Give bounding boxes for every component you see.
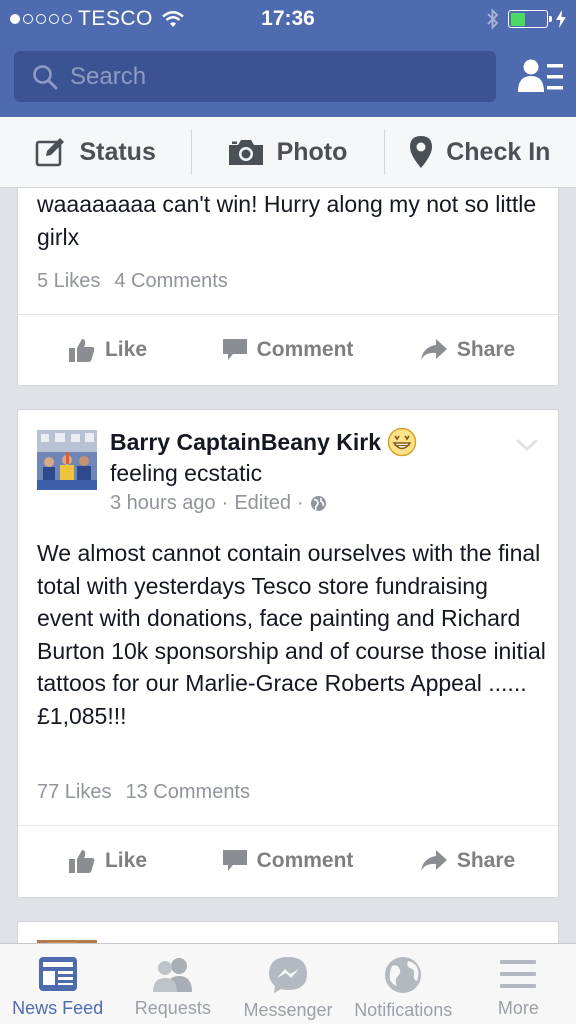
post-counts: 77 Likes 13 Comments (37, 781, 250, 804)
status-button[interactable]: Status (0, 129, 191, 175)
like-button[interactable]: Like (18, 849, 198, 873)
tab-label: More (497, 998, 539, 1018)
tab-label: Messenger (243, 1000, 333, 1020)
comment-icon (222, 850, 247, 871)
composer-bar: Status Photo Check In (0, 117, 576, 188)
share-label: Share (456, 338, 516, 361)
tab-bar: News Feed Requests Messenger Notificatio… (0, 943, 576, 1024)
comment-label: Comment (256, 849, 354, 872)
post-actions: Like Comment Share (18, 826, 558, 896)
status-right (486, 8, 566, 30)
status-label: Status (79, 137, 156, 166)
check-in-label: Check In (446, 137, 551, 166)
thumbs-up-icon (68, 339, 95, 362)
post-text: We almost cannot contain ourselves with … (37, 540, 546, 729)
share-button[interactable]: Share (378, 849, 558, 873)
battery-level (510, 12, 525, 26)
tab-label: Requests (134, 998, 211, 1018)
comment-button[interactable]: Comment (198, 849, 378, 873)
messenger-icon (269, 957, 307, 993)
avatar-photo (37, 430, 97, 490)
ecstatic-emoji-icon (387, 427, 417, 457)
comment-icon (222, 339, 247, 360)
comments-count[interactable]: 13 Comments (126, 781, 251, 803)
author-name[interactable]: Barry CaptainBeany Kirk (110, 429, 381, 456)
tab-label: News Feed (12, 998, 104, 1018)
post-counts: 5 Likes 4 Comments (37, 270, 228, 293)
meta-separator: · (221, 492, 229, 514)
comment-label: Comment (256, 338, 354, 361)
battery-icon (508, 10, 552, 28)
meta-separator: · (297, 492, 304, 514)
check-in-button[interactable]: Check In (383, 129, 576, 175)
share-label: Share (456, 849, 516, 872)
post-card: Barry CaptainBeany Kirk feeling ecstatic… (17, 409, 559, 898)
tab-label: Notifications (354, 1000, 453, 1020)
share-button[interactable]: Share (378, 338, 558, 362)
globe-icon (385, 957, 422, 993)
top-bar: TESCO 17:36 (0, 0, 576, 117)
friend-requests-icon (152, 958, 192, 992)
tab-notifications[interactable]: Notifications (346, 944, 461, 1024)
bluetooth-icon (487, 8, 499, 30)
chevron-down-icon[interactable] (516, 438, 538, 452)
location-pin-icon (410, 136, 433, 168)
post-actions: Like Comment Share (18, 315, 558, 385)
comments-count[interactable]: 4 Comments (114, 270, 227, 292)
menu-icon (500, 960, 537, 988)
search-input[interactable] (70, 62, 450, 91)
status-bar: TESCO 17:36 (0, 0, 576, 38)
thumbs-up-icon (68, 850, 95, 873)
like-button[interactable]: Like (18, 338, 198, 362)
likes-count[interactable]: 5 Likes (37, 270, 100, 292)
photo-button[interactable]: Photo (191, 129, 383, 175)
photo-label: Photo (276, 137, 348, 166)
post-time[interactable]: 3 hours ago (110, 492, 216, 515)
tab-news-feed[interactable]: News Feed (0, 944, 115, 1024)
news-feed-icon (38, 957, 77, 991)
edit-icon (36, 138, 65, 167)
tab-more[interactable]: More (461, 944, 576, 1024)
post-text: waaaaaaaa can't win! Hurry along my not … (37, 191, 537, 250)
share-icon (420, 850, 447, 871)
camera-icon (228, 140, 263, 165)
share-icon (420, 339, 447, 360)
edited-label[interactable]: Edited (234, 492, 291, 515)
like-label: Like (104, 338, 148, 361)
likes-count[interactable]: 77 Likes (37, 781, 112, 803)
tab-messenger[interactable]: Messenger (230, 944, 345, 1024)
author-line: Barry CaptainBeany Kirk (110, 427, 417, 457)
battery-nub (549, 16, 552, 22)
author-avatar[interactable] (37, 430, 97, 490)
like-label: Like (104, 849, 148, 872)
search-icon (33, 64, 58, 89)
charging-bolt-icon (556, 10, 566, 28)
comment-button[interactable]: Comment (198, 338, 378, 362)
public-globe-icon (310, 496, 326, 511)
tab-requests[interactable]: Requests (115, 944, 230, 1024)
feeling-label: feeling ecstatic (110, 460, 263, 486)
friends-list-icon[interactable] (518, 58, 564, 96)
search-bar[interactable] (14, 51, 496, 102)
post-meta: 3 hours ago · Edited · (110, 492, 327, 515)
